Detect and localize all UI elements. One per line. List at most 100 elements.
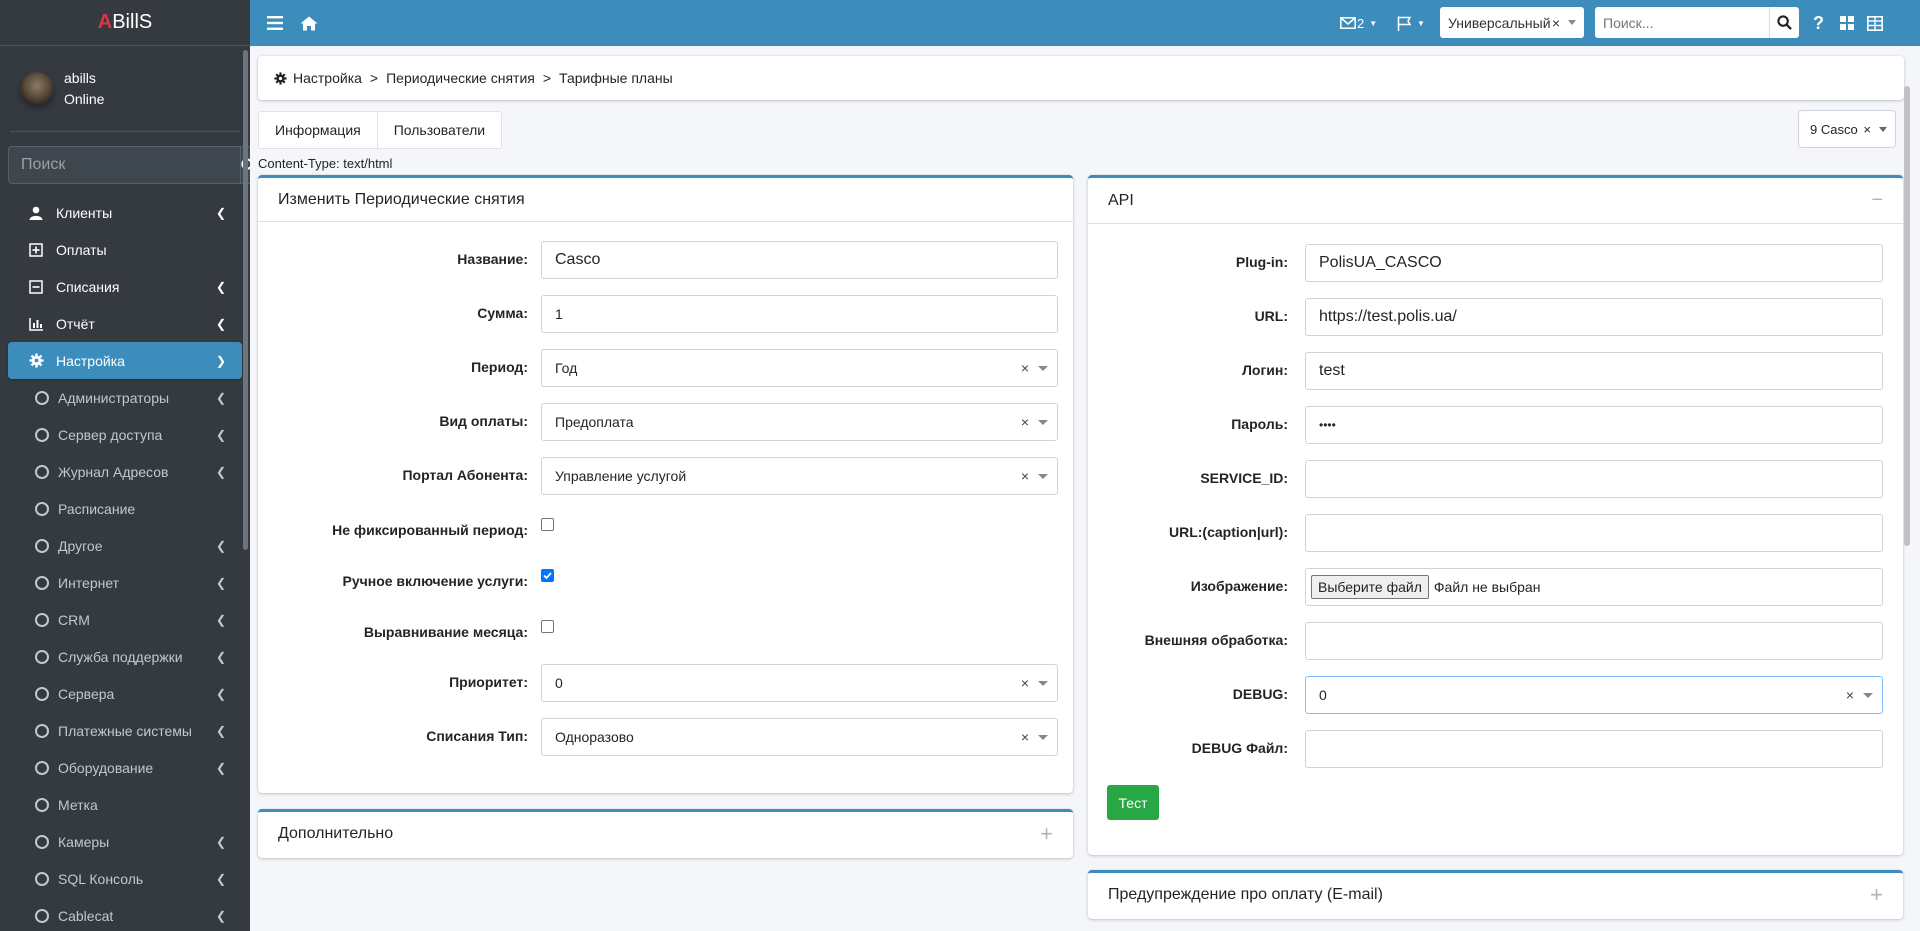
- circle-icon: [35, 649, 49, 664]
- clear-icon[interactable]: ×: [1846, 687, 1854, 703]
- clear-icon[interactable]: ×: [1552, 15, 1560, 31]
- sidebar-subitem[interactable]: Расписание: [8, 490, 242, 527]
- tariff-select[interactable]: 9 Casco ×: [1798, 110, 1896, 148]
- messages-button[interactable]: 2 ▼: [1340, 16, 1377, 31]
- sidebar-scrollbar[interactable]: [243, 50, 248, 550]
- sidebar-item-fees[interactable]: Списания ❮: [8, 268, 242, 305]
- chevron-down-icon: ❯: [215, 353, 226, 368]
- nonfixed-checkbox[interactable]: [541, 518, 554, 531]
- sidebar-subitem[interactable]: Метка: [8, 786, 242, 823]
- portal-select[interactable]: Управление услугой ×: [541, 457, 1058, 495]
- help-button[interactable]: ?: [1813, 13, 1824, 34]
- breadcrumb-item[interactable]: Периодические снятия: [386, 70, 535, 86]
- tab-info[interactable]: Информация: [259, 112, 378, 148]
- breadcrumb-item[interactable]: Настройка: [293, 70, 362, 86]
- sidebar-search-input[interactable]: [8, 146, 240, 184]
- plus-icon[interactable]: +: [1870, 882, 1883, 908]
- minus-icon[interactable]: −: [1871, 189, 1883, 212]
- sidebar-subitem[interactable]: Оборудование ❮: [8, 749, 242, 786]
- sidebar-item-clients[interactable]: Клиенты ❮: [8, 194, 242, 231]
- circle-icon: [35, 538, 49, 553]
- debug-file-input[interactable]: [1305, 730, 1883, 768]
- page-scrollbar[interactable]: [1904, 86, 1910, 546]
- sidebar-subitem[interactable]: Платежные системы ❮: [8, 712, 242, 749]
- sidebar-item-settings[interactable]: Настройка ❯: [8, 342, 242, 379]
- sidebar-subitem-label: Администраторы: [58, 389, 170, 406]
- sidebar-subitem[interactable]: Служба поддержки ❮: [8, 638, 242, 675]
- flags-button[interactable]: ▼: [1397, 16, 1425, 31]
- sidebar-subitem[interactable]: Сервера ❮: [8, 675, 242, 712]
- password-input[interactable]: ••••: [1305, 406, 1883, 444]
- sidebar-subitem[interactable]: Камеры ❮: [8, 823, 242, 860]
- paytype-select[interactable]: Предоплата ×: [541, 403, 1058, 441]
- sidebar-subitem[interactable]: Cablecat ❮: [8, 897, 242, 931]
- minus-square-icon: [26, 279, 46, 294]
- test-button[interactable]: Тест: [1107, 785, 1159, 820]
- sidebar-subitem[interactable]: Администраторы ❮: [8, 379, 242, 416]
- sidebar-subitem[interactable]: CRM ❮: [8, 601, 242, 638]
- service-id-input[interactable]: [1305, 460, 1883, 498]
- sidebar-subitem[interactable]: Интернет ❮: [8, 564, 242, 601]
- menu-toggle-button[interactable]: [267, 16, 283, 30]
- sum-input[interactable]: 1: [541, 295, 1058, 333]
- card-title: Изменить Периодические снятия: [258, 178, 1073, 222]
- avatar[interactable]: [20, 71, 54, 106]
- url-caption-input[interactable]: [1305, 514, 1883, 552]
- sidebar-subitem[interactable]: SQL Консоль ❮: [8, 860, 242, 897]
- check-icon: [543, 572, 552, 580]
- chevron-left-icon: ❮: [215, 834, 226, 849]
- portal-select-value: Управление услугой: [555, 468, 687, 484]
- brand-logo[interactable]: A BillS: [0, 0, 250, 46]
- top-search-button[interactable]: [1769, 7, 1799, 38]
- caret-down-icon: ▼: [1417, 18, 1425, 28]
- clear-icon[interactable]: ×: [1021, 468, 1029, 484]
- content-type-text: Content-Type: text/html: [258, 156, 393, 171]
- sidebar-subitem[interactable]: Другое ❮: [8, 527, 242, 564]
- choose-file-button[interactable]: Выберите файл: [1311, 575, 1429, 599]
- warning-card-header[interactable]: Предупреждение про оплату (E-mail) +: [1088, 873, 1903, 917]
- clear-icon[interactable]: ×: [1021, 360, 1029, 376]
- nonfixed-label: Не фиксированный период:: [332, 522, 528, 538]
- feetype-select[interactable]: Одноразово ×: [541, 718, 1058, 756]
- caret-down-icon: ▼: [1369, 18, 1378, 28]
- align-checkbox[interactable]: [541, 620, 554, 633]
- clear-icon[interactable]: ×: [1021, 675, 1029, 691]
- plus-icon[interactable]: +: [1040, 821, 1053, 847]
- tab-users[interactable]: Пользователи: [378, 112, 501, 148]
- user-panel: abills Online: [10, 46, 240, 132]
- login-input[interactable]: test: [1305, 352, 1883, 390]
- dashboard-button[interactable]: [1867, 15, 1883, 31]
- ext-processing-label: Внешняя обработка:: [1144, 632, 1288, 648]
- sidebar-subitem[interactable]: Сервер доступа ❮: [8, 416, 242, 453]
- sidebar-subitem[interactable]: Журнал Адресов ❮: [8, 453, 242, 490]
- sidebar-subitem-label: Журнал Адресов: [58, 463, 169, 480]
- chevron-left-icon: ❮: [215, 538, 226, 553]
- clear-icon[interactable]: ×: [1021, 414, 1029, 430]
- sum-label: Сумма:: [477, 305, 528, 321]
- extra-card-header[interactable]: Дополнительно +: [258, 812, 1073, 856]
- debug-select-value: 0: [1319, 687, 1327, 703]
- debug-select[interactable]: 0 ×: [1305, 676, 1883, 714]
- plugin-input[interactable]: PolisUA_CASCO: [1305, 244, 1883, 282]
- clear-icon[interactable]: ×: [1021, 729, 1029, 745]
- home-button[interactable]: [300, 16, 318, 31]
- universal-select[interactable]: Универсальный ×: [1440, 7, 1584, 38]
- sidebar-item-report[interactable]: Отчёт ❮: [8, 305, 242, 342]
- apps-button[interactable]: [1840, 16, 1854, 30]
- priority-select[interactable]: 0 ×: [541, 664, 1058, 702]
- chevron-left-icon: ❮: [215, 205, 226, 220]
- top-search-input[interactable]: [1595, 7, 1769, 38]
- sidebar-item-payments[interactable]: Оплаты: [8, 231, 242, 268]
- plugin-label: Plug-in:: [1235, 254, 1288, 270]
- url-input[interactable]: https://test.polis.ua/: [1305, 298, 1883, 336]
- name-input[interactable]: Casco: [541, 241, 1058, 279]
- sidebar-subitem-label: Платежные системы: [58, 722, 192, 739]
- breadcrumb-item[interactable]: Тарифные планы: [559, 70, 673, 86]
- ext-processing-input[interactable]: [1305, 622, 1883, 660]
- circle-icon: [35, 390, 49, 405]
- period-select[interactable]: Год ×: [541, 349, 1058, 387]
- manual-checkbox[interactable]: [541, 569, 554, 582]
- clear-icon[interactable]: ×: [1863, 122, 1871, 137]
- sidebar-item-label: Оплаты: [56, 241, 107, 258]
- user-name[interactable]: abills: [64, 68, 104, 89]
